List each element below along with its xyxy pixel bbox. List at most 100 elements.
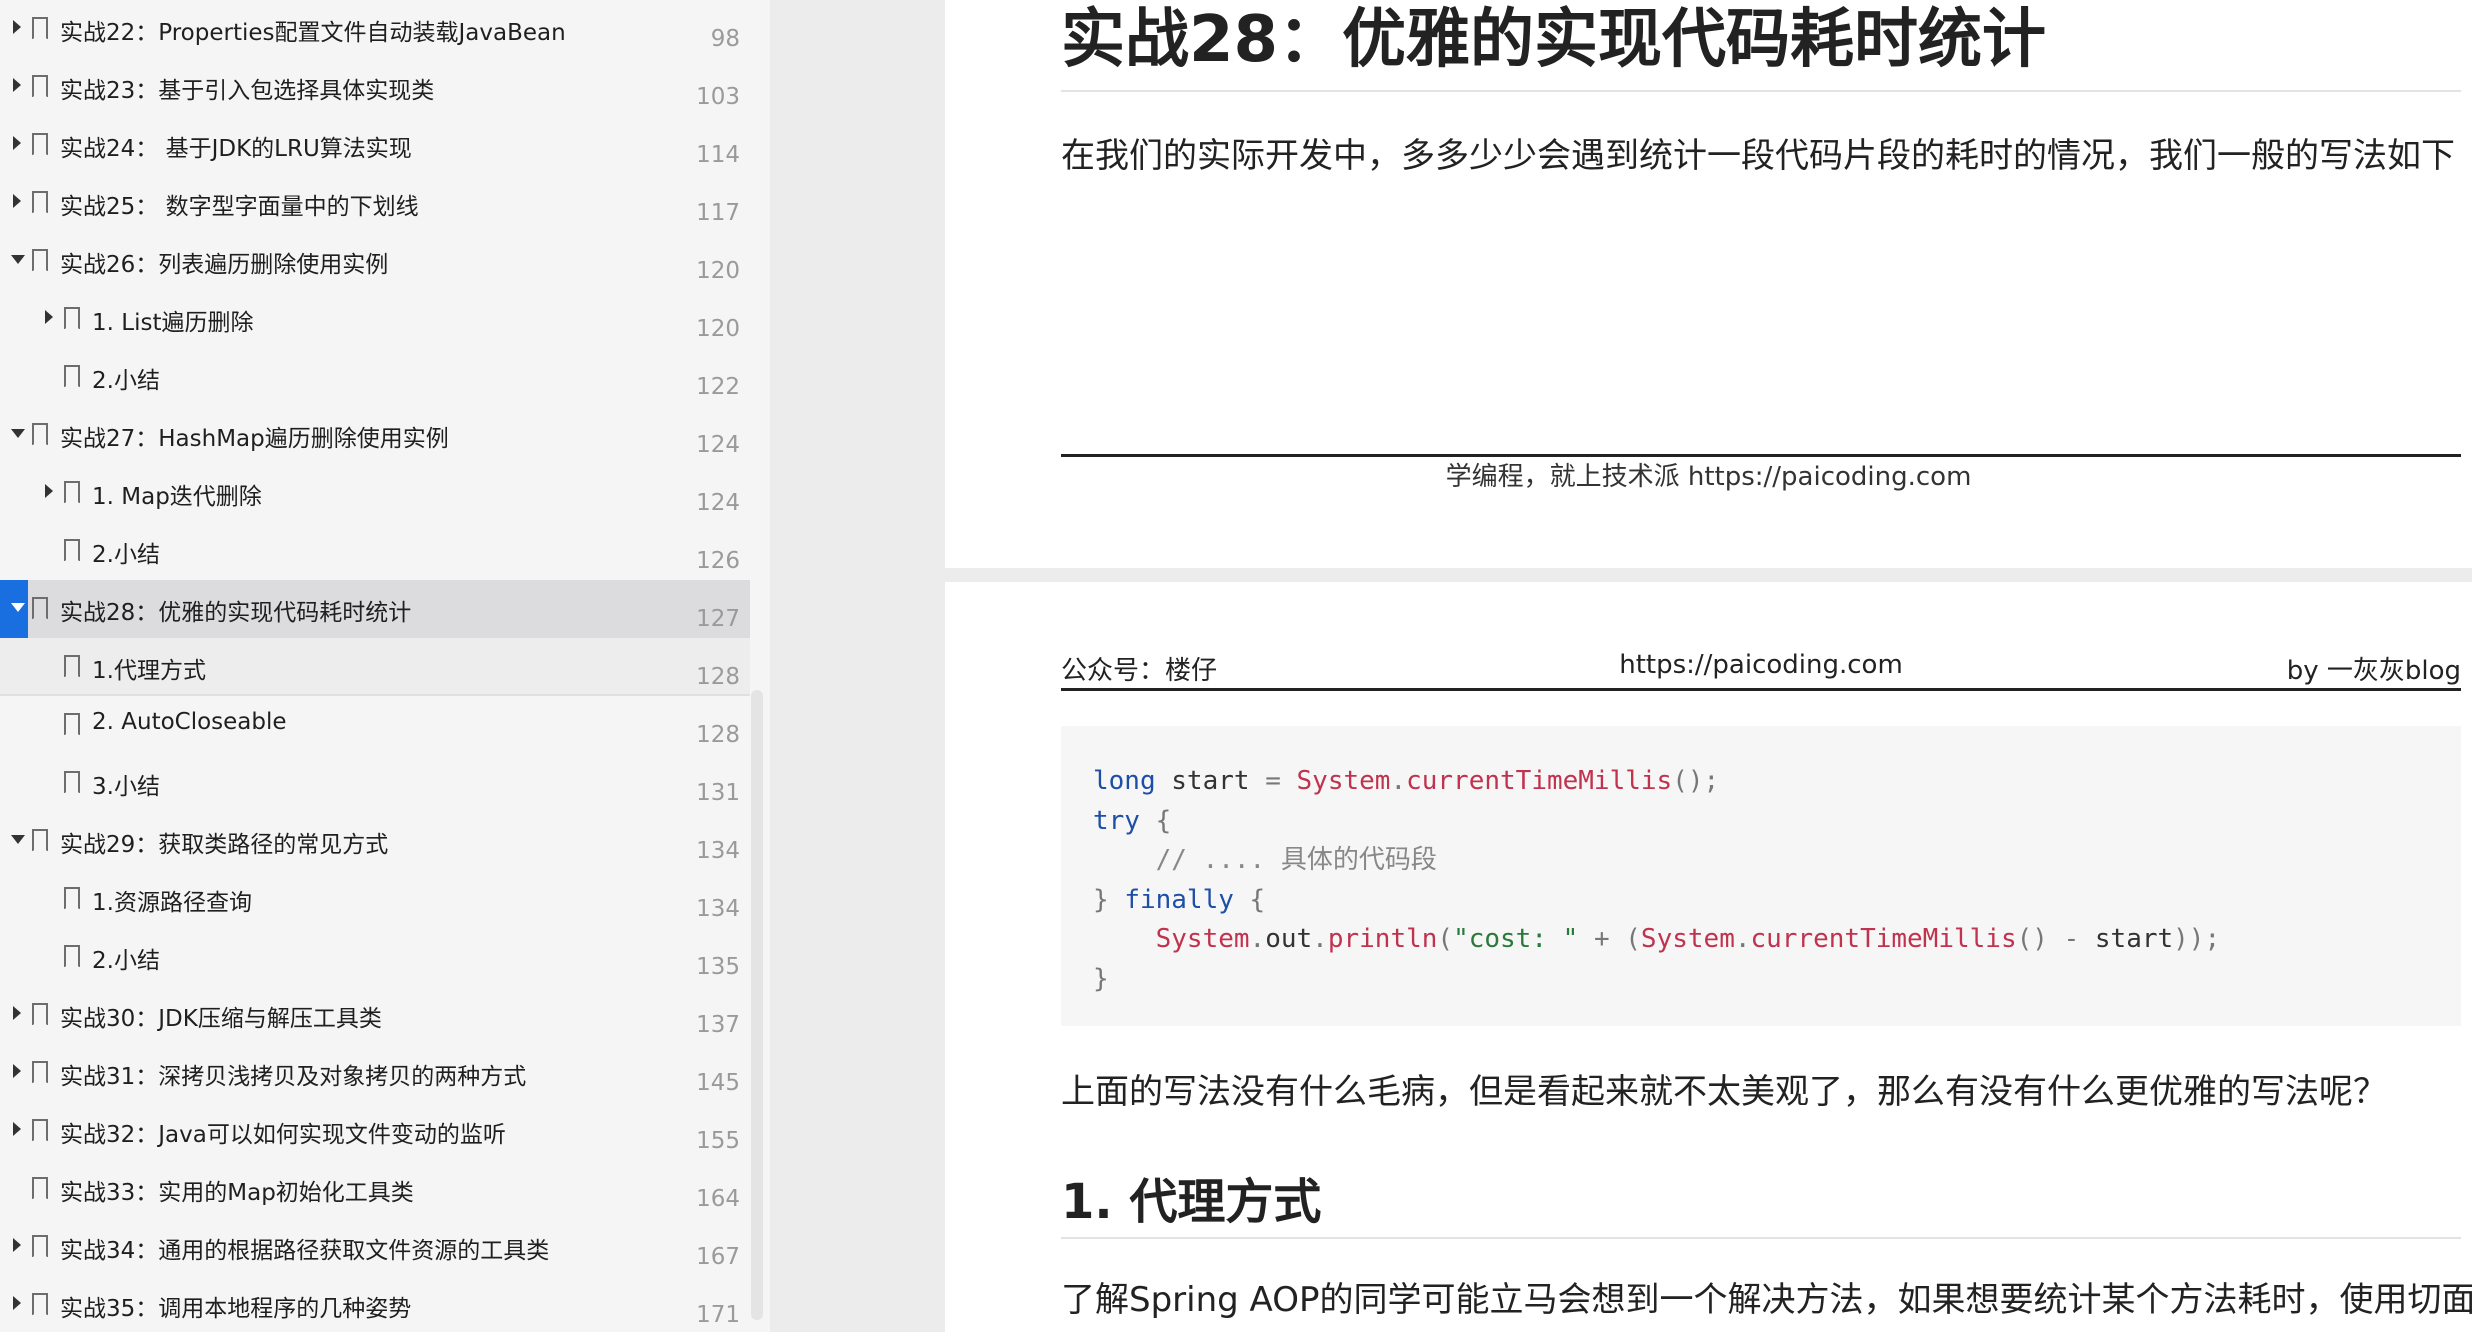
expand-arrow-icon[interactable] [13, 1238, 21, 1252]
expand-arrow-icon[interactable] [13, 20, 21, 34]
outline-sidebar: 实战22：Properties配置文件自动装载JavaBean 98 实战23：基于… [0, 0, 770, 1332]
outline-item-label: 实战24： 基于JDK的LRU算法实现 [60, 136, 412, 162]
outline-item[interactable]: 实战29：获取类路径的常见方式 134 [0, 812, 750, 870]
outline-item[interactable]: 实战31：深拷贝浅拷贝及对象拷贝的两种方式 145 [0, 1044, 750, 1102]
outline-item-label: 2.小结 [92, 368, 160, 394]
header-right-text: by 一灰灰blog [2286, 656, 2461, 686]
outline-item-label: 实战32：Java可以如何实现文件变动的监听 [60, 1122, 506, 1148]
outline-item-page: 135 [696, 954, 740, 980]
outline-item[interactable]: 实战35：调用本地程序的几种姿势 171 [0, 1276, 750, 1332]
bookmark-icon [64, 655, 80, 678]
outline-item-label: 实战29：获取类路径的常见方式 [60, 832, 389, 858]
collapse-arrow-icon[interactable] [11, 429, 25, 438]
outline-item[interactable]: 实战23：基于引入包选择具体实现类 103 [0, 58, 750, 116]
bookmark-icon [64, 539, 80, 562]
outline-item[interactable]: 实战27：HashMap遍历删除使用实例 124 [0, 406, 750, 464]
outline-item[interactable]: 实战34：通用的根据路径获取文件资源的工具类 167 [0, 1218, 750, 1276]
expand-arrow-icon[interactable] [13, 1122, 21, 1136]
outline-item-label: 1. List遍历删除 [92, 310, 254, 336]
outline-item-page: 127 [696, 606, 740, 632]
outline-item[interactable]: 2. AutoCloseable 128 [0, 696, 750, 754]
bookmark-icon [32, 75, 48, 98]
bookmark-icon [64, 771, 80, 794]
expand-arrow-icon[interactable] [13, 1064, 21, 1078]
outline-item-page: 137 [696, 1012, 740, 1038]
document-view: 实战28：优雅的实现代码耗时统计 在我们的实际开发中，多多少少会遇到统计一段代码… [945, 0, 2472, 1332]
outline-item[interactable]: 实战24： 基于JDK的LRU算法实现 114 [0, 116, 750, 174]
outline-item-label: 实战35：调用本地程序的几种姿势 [60, 1296, 412, 1322]
outline-item-page: 120 [696, 316, 740, 342]
code-block: long start = System.currentTimeMillis();… [1061, 726, 2461, 1026]
body-paragraph: 上面的写法没有什么毛病，但是看起来就不太美观了，那么有没有什么更优雅的写法呢？ [1061, 1072, 2387, 1112]
outline-item-label: 实战31：深拷贝浅拷贝及对象拷贝的两种方式 [60, 1064, 527, 1090]
expand-arrow-icon[interactable] [13, 1296, 21, 1310]
outline-item-label: 2.小结 [92, 542, 160, 568]
outline-item-page: 155 [696, 1128, 740, 1154]
collapse-arrow-icon[interactable] [11, 255, 25, 264]
outline-item[interactable]: 1. List遍历删除 120 [0, 290, 750, 348]
outline-item[interactable]: 2.小结 122 [0, 348, 750, 406]
bookmark-icon [32, 1235, 48, 1258]
bookmark-icon [64, 713, 80, 736]
expand-arrow-icon[interactable] [13, 78, 21, 92]
outline-item-label: 1.资源路径查询 [92, 890, 252, 916]
collapse-arrow-icon[interactable] [11, 835, 25, 844]
bookmark-icon [32, 597, 48, 620]
outline-item-page: 122 [696, 374, 740, 400]
bookmark-icon [32, 191, 48, 214]
outline-item[interactable]: 1. Map迭代删除 124 [0, 464, 750, 522]
page-header: 公众号：楼仔 https://paicoding.com by 一灰灰blog [1061, 650, 2461, 691]
header-rule [1061, 688, 2461, 691]
outline-item[interactable]: 实战33：实用的Map初始化工具类 164 [0, 1160, 750, 1218]
outline-item-page: 128 [696, 722, 740, 748]
outline-item[interactable]: 实战22：Properties配置文件自动装载JavaBean 98 [0, 0, 750, 58]
body-paragraph-2: 了解Spring AOP的同学可能立马会想到一个解决方法，如果想要统计某个方法耗… [1061, 1280, 2472, 1320]
outline-item[interactable]: 2.小结 126 [0, 522, 750, 580]
sidebar-scrollbar[interactable] [751, 690, 763, 1320]
collapse-arrow-icon[interactable] [11, 603, 25, 612]
outline-item-page: 134 [696, 838, 740, 864]
bookmark-icon [32, 423, 48, 446]
expand-arrow-icon[interactable] [13, 1006, 21, 1020]
outline-item[interactable]: 3.小结 131 [0, 754, 750, 812]
outline-item[interactable]: 实战32：Java可以如何实现文件变动的监听 155 [0, 1102, 750, 1160]
bookmark-icon [64, 365, 80, 388]
outline-item-page: 124 [696, 432, 740, 458]
outline-item-page: 98 [710, 26, 740, 52]
bookmark-icon [64, 887, 80, 910]
bookmark-icon [32, 1293, 48, 1316]
outline-item-page: 131 [696, 780, 740, 806]
outline-item-label: 实战33：实用的Map初始化工具类 [60, 1180, 414, 1206]
outline-item[interactable]: 实战28：优雅的实现代码耗时统计 127 [0, 580, 750, 638]
outline-item[interactable]: 实战26：列表遍历删除使用实例 120 [0, 232, 750, 290]
outline-item[interactable]: 1.资源路径查询 134 [0, 870, 750, 928]
outline-item-label: 2.小结 [92, 948, 160, 974]
expand-arrow-icon[interactable] [45, 310, 53, 324]
title-rule [1061, 90, 2461, 92]
outline-item-page: 114 [696, 142, 740, 168]
header-center-link[interactable]: https://paicoding.com [1061, 650, 2461, 680]
outline-item-label: 实战34：通用的根据路径获取文件资源的工具类 [60, 1238, 550, 1264]
outline-item-label: 实战27：HashMap遍历删除使用实例 [60, 426, 449, 452]
intro-paragraph: 在我们的实际开发中，多多少少会遇到统计一段代码片段的耗时的情况，我们一般的写法如… [1061, 136, 2455, 176]
outline-item-page: 145 [696, 1070, 740, 1096]
page-footer: 学编程，就上技术派 https://paicoding.com [1445, 462, 1972, 492]
outline-item[interactable]: 实战25： 数字型字面量中的下划线 117 [0, 174, 750, 232]
chapter-title: 实战28：优雅的实现代码耗时统计 [1061, 3, 2047, 77]
bookmark-icon [32, 1061, 48, 1084]
outline-item-page: 126 [696, 548, 740, 574]
outline-item-page: 171 [696, 1302, 740, 1328]
outline-item[interactable]: 1.代理方式 128 [0, 638, 750, 696]
outline-item[interactable]: 2.小结 135 [0, 928, 750, 986]
outline-item[interactable]: 实战30：JDK压缩与解压工具类 137 [0, 986, 750, 1044]
outline-item-label: 实战22：Properties配置文件自动装载JavaBean [60, 20, 566, 46]
outline-item-label: 1. Map迭代删除 [92, 484, 262, 510]
expand-arrow-icon[interactable] [13, 136, 21, 150]
expand-arrow-icon[interactable] [45, 484, 53, 498]
expand-arrow-icon[interactable] [13, 194, 21, 208]
bookmark-icon [32, 1003, 48, 1026]
bookmark-icon [64, 945, 80, 968]
bookmark-icon [32, 1177, 48, 1200]
bookmark-icon [64, 307, 80, 330]
bookmark-icon [32, 829, 48, 852]
